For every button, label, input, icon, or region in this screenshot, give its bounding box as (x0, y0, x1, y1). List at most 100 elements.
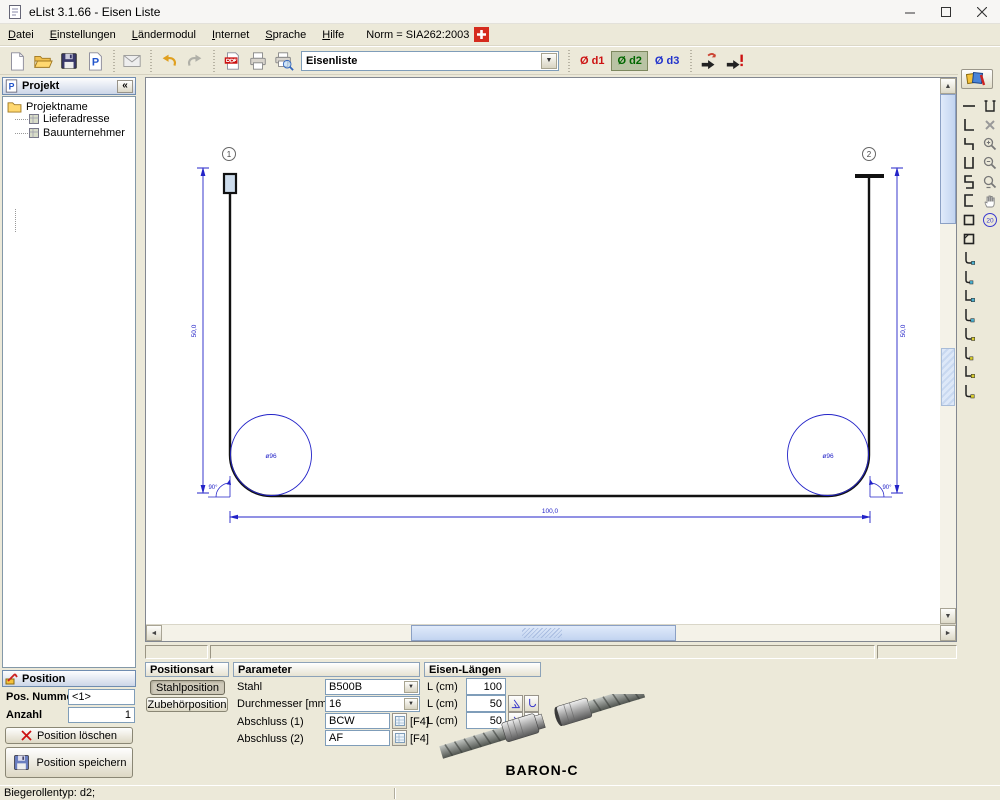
shape-stirrup-hook-icon[interactable] (960, 230, 978, 248)
tree-item-projektname[interactable]: Projektname (7, 101, 88, 113)
diameter-d2-button[interactable]: Ø d2 (611, 51, 647, 71)
shape-s-icon[interactable] (960, 173, 978, 191)
diameter-d3-button[interactable]: Ø d3 (650, 51, 684, 71)
pdf-export-button[interactable] (219, 49, 245, 73)
rebar-shape[interactable] (230, 178, 869, 496)
drawing-canvas[interactable]: 1 2 ø96 ø96 (146, 78, 940, 624)
svg-text:ø96: ø96 (265, 453, 277, 460)
chevron-down-icon[interactable]: ▼ (541, 53, 557, 69)
shape-palette-button[interactable] (961, 69, 993, 89)
toolbar-separator (687, 50, 694, 72)
zoom-value-badge[interactable]: 20 (981, 211, 999, 229)
menu-sprache[interactable]: Sprache (257, 26, 314, 44)
print-preview-button[interactable] (271, 49, 297, 73)
status-cell (145, 645, 208, 659)
save-button[interactable] (56, 49, 82, 73)
vertical-scrollbar[interactable]: ▲ ▼ (940, 78, 956, 624)
combobox-value: Eisenliste (302, 55, 357, 67)
hook-end-icon-4[interactable] (960, 306, 978, 324)
transfer-position-button[interactable] (696, 49, 722, 73)
hook-end-icon-5[interactable] (960, 325, 978, 343)
tree-item-lieferadresse[interactable]: Lieferadresse (29, 113, 110, 125)
undo-button[interactable] (156, 49, 182, 73)
save-icon (12, 753, 31, 772)
close-button[interactable] (964, 0, 1000, 24)
vertical-scroll-thumb[interactable] (940, 94, 956, 224)
chevron-down-icon[interactable]: ▼ (404, 698, 418, 710)
window-title: eList 3.1.66 - Eisen Liste (29, 5, 160, 19)
anzahl-input[interactable] (68, 707, 135, 723)
abschluss2-f4-hint: [F4] (410, 733, 429, 745)
abschluss2-picker-button[interactable] (392, 730, 407, 746)
horizontal-scroll-thumb[interactable] (411, 625, 676, 641)
delete-shape-icon[interactable] (981, 116, 999, 134)
zoom-fit-icon[interactable] (981, 173, 999, 191)
menu-einstellungen[interactable]: Einstellungen (42, 26, 124, 44)
scroll-down-button[interactable]: ▼ (940, 608, 956, 624)
project-icon: P (5, 79, 18, 93)
tree-item-bauunternehmer[interactable]: Bauunternehmer (29, 127, 125, 139)
svg-text:90°: 90° (882, 485, 892, 491)
abschluss2-input[interactable] (325, 730, 390, 746)
shape-u-icon[interactable] (960, 154, 978, 172)
menu-datei[interactable]: Datei (0, 26, 42, 44)
shape-stirrup-icon[interactable] (960, 211, 978, 229)
shape-z-icon[interactable] (960, 135, 978, 153)
zoom-in-icon[interactable] (981, 135, 999, 153)
durchmesser-select[interactable]: 16 ▼ (325, 696, 420, 712)
transfer-all-button[interactable] (722, 49, 748, 73)
list-type-combobox[interactable]: Eisenliste ▼ (301, 51, 559, 71)
new-file-button[interactable] (4, 49, 30, 73)
shape-custom-icon[interactable] (981, 97, 999, 115)
scroll-right-button[interactable]: ► (940, 625, 956, 641)
delete-position-button[interactable]: Position löschen (5, 727, 133, 744)
scroll-up-button[interactable]: ▲ (940, 78, 956, 94)
toolbar-separator (565, 50, 572, 72)
tree-connector (15, 209, 16, 232)
pos-number-input[interactable] (68, 689, 135, 705)
tree-connector (15, 119, 29, 120)
stahlposition-button[interactable]: Stahlposition (150, 680, 225, 695)
zubehoerposition-button[interactable]: Zubehörposition (146, 697, 228, 712)
status-cell (210, 645, 875, 659)
diameter-d1-button[interactable]: Ø d1 (575, 51, 609, 71)
hook-end-icon-2[interactable] (960, 268, 978, 286)
menu-laendermodul[interactable]: Ländermodul (124, 26, 204, 44)
collapse-panel-button[interactable]: « (117, 80, 133, 93)
l1-input[interactable] (466, 678, 506, 695)
stahl-label: Stahl (237, 681, 262, 693)
save-position-label: Position speichern (37, 757, 127, 769)
hook-end-icon-6[interactable] (960, 344, 978, 362)
email-button[interactable] (119, 49, 145, 73)
zoom-out-icon[interactable] (981, 154, 999, 172)
pan-hand-icon[interactable] (981, 192, 999, 210)
shape-l-icon[interactable] (960, 116, 978, 134)
shape-straight-icon[interactable] (960, 97, 978, 115)
horizontal-scrollbar[interactable]: ◄ ► (146, 625, 956, 641)
print-form-button[interactable]: P (82, 49, 108, 73)
svg-text:100,0: 100,0 (542, 508, 559, 515)
abschluss1-picker-button[interactable] (392, 713, 407, 729)
redo-button[interactable] (182, 49, 208, 73)
application-window: eList 3.1.66 - Eisen Liste Datei Einstel… (0, 0, 1000, 800)
tree-item-label: Bauunternehmer (43, 127, 125, 139)
chevron-down-icon[interactable]: ▼ (404, 681, 418, 693)
print-button[interactable] (245, 49, 271, 73)
open-file-button[interactable] (30, 49, 56, 73)
scroll-left-button[interactable]: ◄ (146, 625, 162, 641)
project-panel-header: P Projekt « (2, 77, 136, 95)
maximize-button[interactable] (928, 0, 964, 24)
hook-end-icon-1[interactable] (960, 249, 978, 267)
menu-hilfe[interactable]: Hilfe (314, 26, 352, 44)
menu-internet[interactable]: Internet (204, 26, 257, 44)
project-tree: Projektname Lieferadresse Bauunternehmer (2, 96, 136, 668)
abschluss1-input[interactable] (325, 713, 390, 729)
save-position-button[interactable]: Position speichern (5, 747, 133, 778)
hook-end-icon-3[interactable] (960, 287, 978, 305)
hook-end-icon-7[interactable] (960, 363, 978, 381)
shape-c-icon[interactable] (960, 192, 978, 210)
stahl-select[interactable]: B500B ▼ (325, 679, 420, 695)
minimize-button[interactable] (892, 0, 928, 24)
hook-end-icon-8[interactable] (960, 382, 978, 400)
menu-bar: Datei Einstellungen Ländermodul Internet… (0, 24, 1000, 46)
